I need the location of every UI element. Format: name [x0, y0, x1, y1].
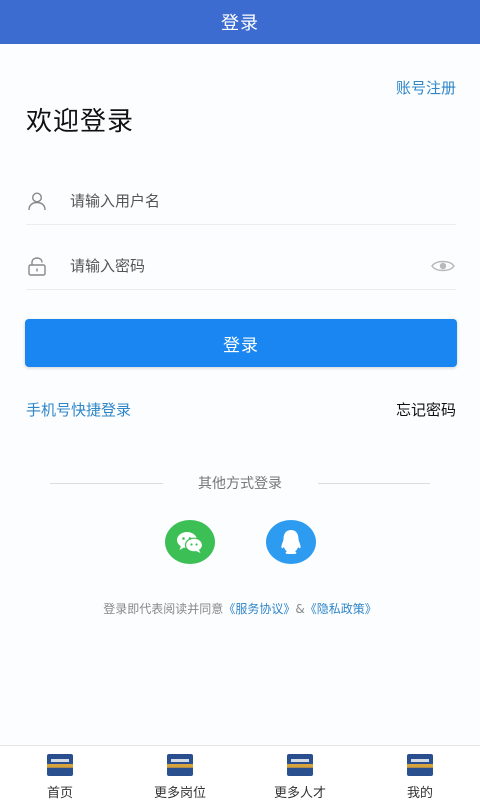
username-row [26, 178, 456, 225]
tab-label: 更多岗位 [153, 786, 206, 800]
app-logo-icon [167, 754, 193, 776]
tab-more-talent[interactable]: 更多人才 [240, 746, 360, 800]
app-logo-icon [47, 754, 73, 776]
agreement-prefix: 登录即代表阅读并同意 [103, 602, 224, 616]
tab-mine[interactable]: 我的 [360, 746, 480, 800]
tab-home[interactable]: 首页 [0, 746, 120, 800]
agreement-text: 登录即代表阅读并同意《服务协议》&《隐私政策》 [0, 600, 480, 617]
app-logo-icon [287, 754, 313, 776]
page-title: 登录 [221, 13, 259, 34]
tab-label: 更多人才 [273, 786, 326, 800]
wechat-login-button[interactable] [165, 520, 215, 564]
lock-icon [26, 255, 48, 277]
qq-login-button[interactable] [266, 520, 316, 564]
tab-more-jobs[interactable]: 更多岗位 [120, 746, 240, 800]
tab-label: 首页 [46, 786, 73, 800]
welcome-heading: 欢迎登录 [26, 107, 135, 137]
app-logo-icon [407, 754, 433, 776]
username-input[interactable] [70, 186, 456, 216]
phone-quick-login-link[interactable]: 手机号快捷登录 [26, 399, 131, 420]
service-agreement-link[interactable]: 《服务协议》 [223, 602, 295, 616]
password-input[interactable] [70, 251, 430, 281]
qq-icon [281, 530, 301, 554]
register-link[interactable]: 账号注册 [396, 77, 456, 98]
user-icon [26, 190, 48, 212]
password-row [26, 243, 456, 290]
tab-label: 我的 [406, 786, 433, 800]
top-bar: 登录 [0, 0, 480, 44]
login-button[interactable]: 登录 [25, 319, 457, 367]
login-page: 登录 账号注册 欢迎登录 登录 手机号快捷登录 [0, 0, 480, 800]
divider-right [318, 483, 430, 484]
forgot-password-link[interactable]: 忘记密码 [396, 399, 456, 420]
wechat-icon [177, 532, 204, 553]
agreement-joiner: & [295, 602, 305, 616]
bottom-tab-bar: 首页 更多岗位 更多人才 我的 [0, 745, 480, 800]
privacy-policy-link[interactable]: 《隐私政策》 [305, 602, 377, 616]
show-password-icon[interactable] [430, 255, 456, 277]
